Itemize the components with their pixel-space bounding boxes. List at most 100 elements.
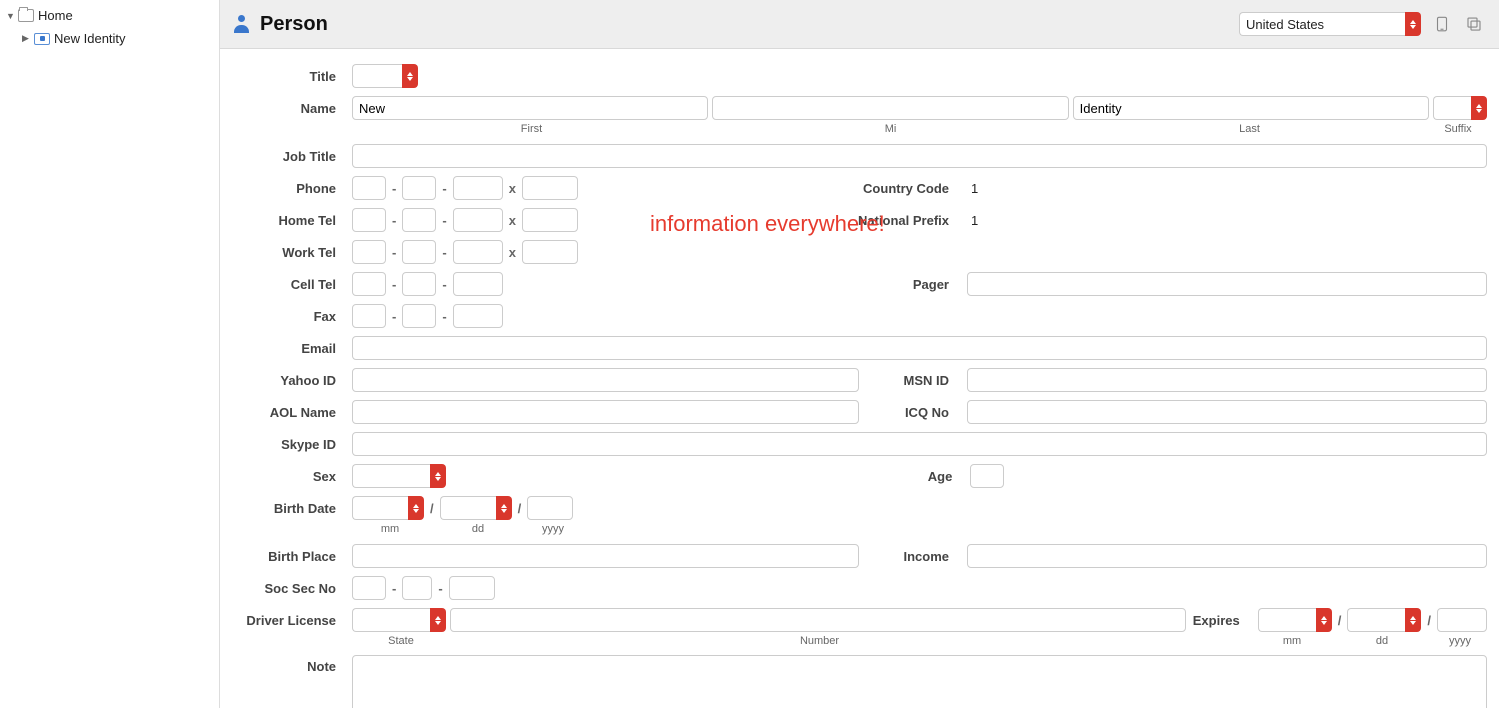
phone-a-input[interactable] (352, 176, 386, 200)
label-dl: Driver License (232, 613, 352, 628)
yahoo-input[interactable] (352, 368, 859, 392)
label-icq: ICQ No (863, 405, 963, 420)
sublabel-state: State (352, 635, 450, 647)
first-name-input[interactable] (352, 96, 708, 120)
stepper-icon (1471, 96, 1487, 120)
dl-number-input[interactable] (450, 608, 1186, 632)
home-a-input[interactable] (352, 208, 386, 232)
phone-ext-input[interactable] (522, 176, 578, 200)
form: information everywhere! Title Name (220, 49, 1499, 708)
stepper-icon (402, 64, 418, 88)
stepper-icon (1405, 12, 1421, 36)
label-note: Note (232, 655, 352, 674)
disclosure-right-icon: ▶ (22, 33, 32, 44)
suffix-select[interactable] (1433, 96, 1487, 120)
identity-icon (34, 33, 50, 45)
dl-state-select[interactable] (352, 608, 446, 632)
dl-exp-dd-select[interactable] (1347, 608, 1421, 632)
label-sex: Sex (232, 469, 352, 484)
sublabel-suffix: Suffix (1429, 123, 1487, 135)
home-ext-input[interactable] (522, 208, 578, 232)
title-select[interactable] (352, 64, 418, 88)
sublabel-exp-mm: mm (1253, 635, 1331, 647)
locale-value: United States (1239, 12, 1405, 36)
stepper-icon (408, 496, 424, 520)
aol-input[interactable] (352, 400, 859, 424)
work-c-input[interactable] (453, 240, 503, 264)
label-age: Age (454, 469, 966, 484)
work-ext-input[interactable] (522, 240, 578, 264)
tree-item-home[interactable]: ▼ Home (0, 4, 219, 27)
cell-a-input[interactable] (352, 272, 386, 296)
label-home: Home Tel (232, 213, 352, 228)
fax-b-input[interactable] (402, 304, 436, 328)
dl-exp-mm-select[interactable] (1258, 608, 1332, 632)
label-natprefix: National Prefix (673, 213, 963, 228)
sidebar: ▼ Home ▶ New Identity (0, 0, 220, 708)
device-icon[interactable] (1431, 13, 1453, 35)
income-input[interactable] (967, 544, 1487, 568)
label-fax: Fax (232, 309, 352, 324)
birth-place-input[interactable] (352, 544, 859, 568)
label-bplace: Birth Place (232, 549, 352, 564)
skype-input[interactable] (352, 432, 1487, 456)
email-input[interactable] (352, 336, 1487, 360)
mi-input[interactable] (712, 96, 1068, 120)
job-title-input[interactable] (352, 144, 1487, 168)
ssn-c-input[interactable] (449, 576, 495, 600)
header: Person United States (220, 0, 1499, 49)
cell-c-input[interactable] (453, 272, 503, 296)
label-title: Title (232, 69, 352, 84)
folder-icon (18, 9, 34, 22)
ssn-b-input[interactable] (402, 576, 432, 600)
fax-a-input[interactable] (352, 304, 386, 328)
msn-input[interactable] (967, 368, 1487, 392)
home-c-input[interactable] (453, 208, 503, 232)
dl-exp-yyyy-input[interactable] (1437, 608, 1487, 632)
sublabel-mi: Mi (711, 123, 1070, 135)
sublabel-exp-yyyy: yyyy (1433, 635, 1487, 647)
bdate-mm-select[interactable] (352, 496, 424, 520)
phone-c-input[interactable] (453, 176, 503, 200)
label-pager: Pager (543, 277, 963, 292)
bdate-yyyy-input[interactable] (527, 496, 573, 520)
label-ssn: Soc Sec No (232, 581, 352, 596)
duplicate-icon[interactable] (1463, 13, 1485, 35)
work-b-input[interactable] (402, 240, 436, 264)
label-skype: Skype ID (232, 437, 352, 452)
work-a-input[interactable] (352, 240, 386, 264)
sublabel-yyyy: yyyy (528, 523, 578, 535)
sublabel-first: First (352, 123, 711, 135)
stepper-icon (1405, 608, 1421, 632)
label-job: Job Title (232, 149, 352, 164)
label-cell: Cell Tel (232, 277, 352, 292)
label-countrycode: Country Code (673, 181, 963, 196)
cell-b-input[interactable] (402, 272, 436, 296)
ssn-a-input[interactable] (352, 576, 386, 600)
icq-input[interactable] (967, 400, 1487, 424)
sex-select[interactable] (352, 464, 446, 488)
disclosure-down-icon: ▼ (6, 11, 16, 21)
stepper-icon (430, 464, 446, 488)
stepper-icon (496, 496, 512, 520)
fax-c-input[interactable] (453, 304, 503, 328)
label-email: Email (232, 341, 352, 356)
tree-item-label: New Identity (54, 31, 126, 46)
label-work: Work Tel (232, 245, 352, 260)
country-code-value: 1 (967, 181, 1487, 196)
bdate-dd-select[interactable] (440, 496, 512, 520)
label-phone: Phone (232, 181, 352, 196)
note-textarea[interactable] (352, 655, 1487, 708)
age-input[interactable] (970, 464, 1004, 488)
pager-input[interactable] (967, 272, 1487, 296)
sublabel-last: Last (1070, 123, 1429, 135)
phone-b-input[interactable] (402, 176, 436, 200)
last-name-input[interactable] (1073, 96, 1429, 120)
tree-item-new-identity[interactable]: ▶ New Identity (0, 27, 219, 50)
sublabel-mm: mm (352, 523, 428, 535)
home-b-input[interactable] (402, 208, 436, 232)
stepper-icon (1316, 608, 1332, 632)
locale-select[interactable]: United States (1239, 12, 1421, 36)
label-income: Income (863, 549, 963, 564)
sublabel-dd: dd (440, 523, 516, 535)
